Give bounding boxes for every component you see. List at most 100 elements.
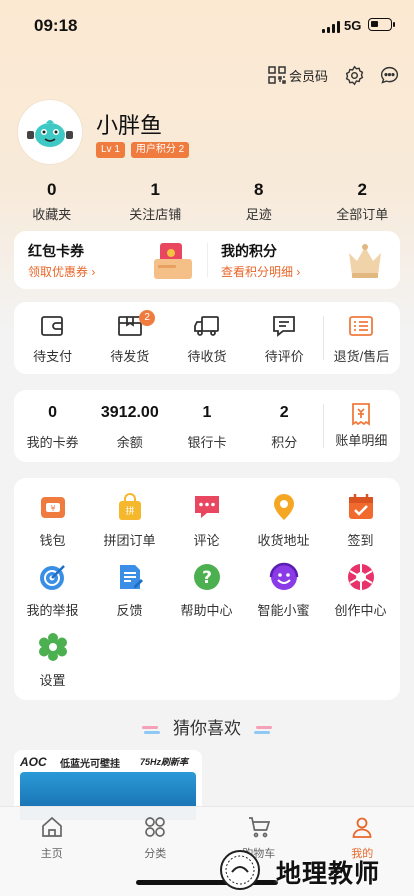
calendar-check-icon [348,494,373,519]
wallet-balance[interactable]: 3912.00 余额 [91,390,168,462]
status-time: 09:18 [34,16,78,35]
stat-value: 1 [150,180,160,199]
tools-card: ¥ 钱包 拼 拼团订单 评论 收货地址 签到 我的举报 反馈 ? 帮助中心 智能… [14,478,400,700]
stat-value: 2 [357,180,367,199]
order-label: 退货/售后 [333,349,390,364]
stat-value: 8 [254,180,264,199]
points-title: 我的积分 [221,243,277,259]
order-label: 待发货 [110,349,150,364]
tool-label: 签到 [347,533,374,548]
tool-settings[interactable]: 设置 [14,632,91,689]
stat-all-orders[interactable]: 2 全部订单 [311,180,414,223]
order-pending-review[interactable]: 待评价 [246,302,323,374]
tool-creator-center[interactable]: 创作中心 [322,562,399,619]
stat-label: 足迹 [245,207,272,222]
tool-label: 评论 [193,533,220,548]
tool-group-orders[interactable]: 拼 拼团订单 [91,492,168,549]
tab-label: 分类 [144,848,167,860]
tool-label: 拼团订单 [103,533,156,548]
svg-text:¥: ¥ [50,504,55,513]
order-label: 待支付 [33,349,73,364]
watermark: 地理教师 [214,846,410,896]
wallet-coupons[interactable]: 0 我的卡券 [14,390,91,462]
avatar-image [21,103,79,161]
wallet-label: 银行卡 [187,435,227,450]
coupon-link[interactable]: 领取优惠券 › [28,263,95,280]
order-label: 待评价 [264,349,304,364]
settings-button[interactable] [344,65,365,86]
wallet-bill-details[interactable]: 账单明细 [322,390,400,462]
stat-followed-shops[interactable]: 1 关注店铺 [104,180,208,223]
product-tag: 75Hz刷新率 [140,757,189,767]
assistant-icon [269,562,298,590]
stat-label: 全部订单 [336,207,389,222]
wallet-card: 0 我的卡券 3912.00 余额 1 银行卡 2 积分 账单明细 [14,390,400,462]
wallet-value: 3912.00 [100,404,159,421]
profile-icon [352,817,372,838]
product-brand: AOC [20,755,47,769]
member-code-label: 会员码 [288,68,328,84]
points-entry[interactable]: 我的积分 查看积分明细 › [207,231,400,289]
order-pending-payment[interactable]: 待支付 [14,302,91,374]
tool-help-center[interactable]: ? 帮助中心 [168,562,245,619]
tool-label: 创作中心 [334,603,387,618]
wallet-bank-cards[interactable]: 1 银行卡 [168,390,245,462]
wallet-label: 我的卡券 [26,435,79,450]
tool-feedback[interactable]: 反馈 [91,562,168,619]
coupon-entry[interactable]: 红包卡券 领取优惠券 › [14,231,207,289]
header-actions: 会员码 [268,64,400,86]
crown-icon [349,244,381,278]
product-title: 低蓝光可壁挂 [60,759,120,770]
tool-smart-assistant[interactable]: 智能小蜜 [245,562,322,619]
wallet-points[interactable]: 2 积分 [246,390,323,462]
wallet-label: 积分 [271,435,298,450]
wallet-label: 账单明细 [335,433,388,448]
decor-right-icon [253,725,272,734]
orders-card: 待支付 2 待发货 待收货 待评价 退货/售后 [14,302,400,374]
qr-code-icon [268,66,286,84]
points-link[interactable]: 查看积分明细 › [221,263,300,280]
signal-icon [322,21,340,33]
member-code-button[interactable]: 会员码 [268,66,328,85]
tool-checkin[interactable]: 签到 [322,492,399,549]
status-bar: 09:18 5G [0,0,414,52]
message-button[interactable] [379,65,400,86]
stat-value: 0 [47,180,57,199]
wallet-value: 2 [279,404,289,421]
stat-footprints[interactable]: 8 足迹 [207,180,311,223]
truck-icon [194,316,219,336]
stat-label: 收藏夹 [32,207,72,222]
target-icon [39,565,65,590]
tool-label: 钱包 [39,533,66,548]
stat-favorites[interactable]: 0 收藏夹 [0,180,104,223]
tool-comments[interactable]: 评论 [168,492,245,549]
tool-wallet[interactable]: ¥ 钱包 [14,492,91,549]
order-pending-receipt[interactable]: 待收货 [168,302,245,374]
recommend-header: 猜你喜欢 [0,714,414,739]
recommend-title: 猜你喜欢 [173,719,241,738]
battery-icon [368,18,395,31]
stats-row: 0 收藏夹 1 关注店铺 8 足迹 2 全部订单 [0,180,414,223]
settings-icon [345,65,364,85]
tab-label: 主页 [40,848,63,860]
wallet-icon: ¥ [40,497,65,518]
cart-icon [248,817,270,838]
aperture-icon [347,564,374,590]
tool-label: 帮助中心 [180,603,233,618]
tool-label: 收货地址 [257,533,310,548]
order-returns[interactable]: 退货/售后 [322,302,400,374]
user-name: 小胖鱼 [96,113,163,138]
bill-icon [352,403,371,426]
tab-home[interactable]: 主页 [0,807,104,896]
order-pending-shipment[interactable]: 2 待发货 [91,302,168,374]
avatar[interactable] [18,100,82,164]
feedback-icon [119,565,143,589]
tool-address[interactable]: 收货地址 [245,492,322,549]
message-icon [380,66,399,84]
tool-my-reports[interactable]: 我的举报 [14,562,91,619]
svg-text:?: ? [202,568,212,588]
coupon-title: 红包卡券 [28,243,84,259]
red-envelope-icon [154,243,192,279]
group-bag-icon: 拼 [118,493,141,520]
network-label: 5G [344,18,362,33]
